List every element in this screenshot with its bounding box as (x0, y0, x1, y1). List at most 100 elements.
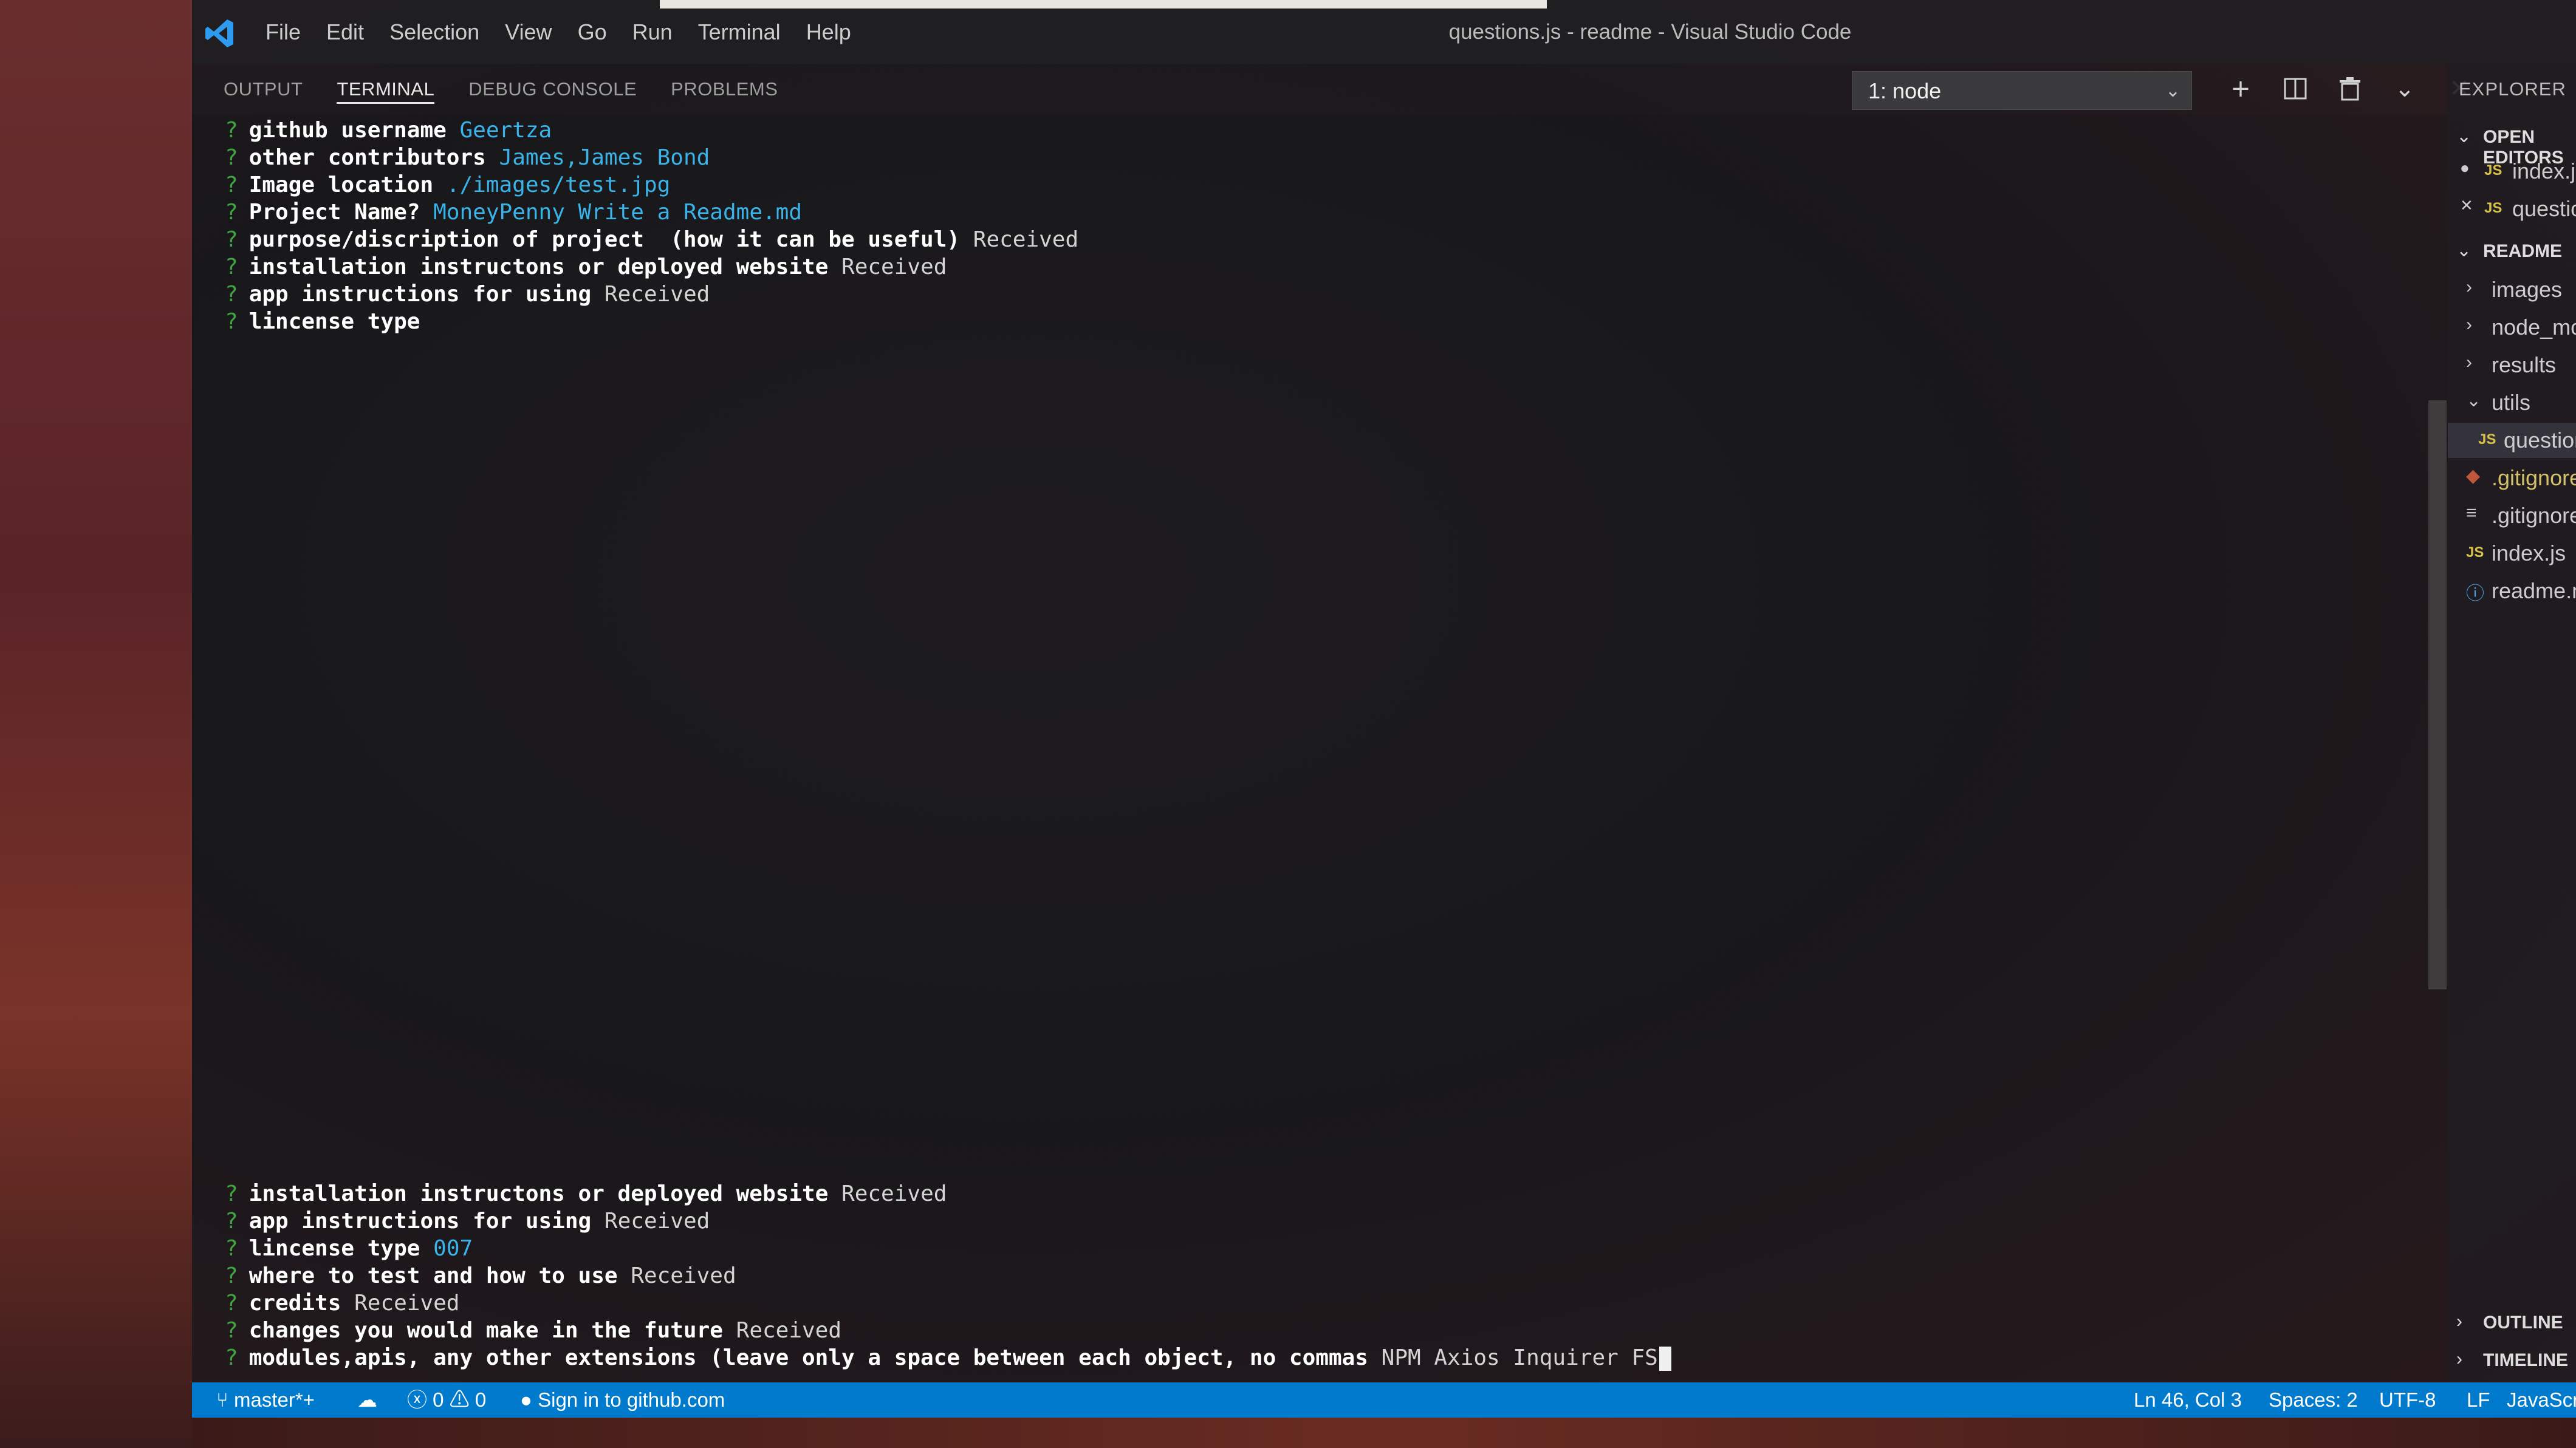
terminal[interactable]: ? github username Geertza? other contribut… (192, 115, 2448, 1382)
file-tree-item[interactable]: ≡ .gitignore (2448, 498, 2576, 533)
trash-icon[interactable] (2333, 72, 2367, 106)
git-branch-label: master*+ (233, 1388, 315, 1411)
terminal-line: ? other contributors James,James Bond (225, 144, 1078, 171)
file-tree-item[interactable]: ⌄ utils (2448, 385, 2576, 420)
text-file-icon: ≡ (2466, 503, 2477, 523)
prompt-answer: 007 (433, 1236, 473, 1261)
prompt-answer: ./images/test.jpg (446, 172, 671, 197)
terminal-output-bottom: ? installation instructons or deployed we… (225, 1180, 1671, 1371)
plus-icon[interactable]: + (2224, 72, 2258, 106)
menu-item-run[interactable]: Run (620, 19, 685, 45)
javascript-file-icon: JS (2466, 544, 2484, 561)
prompt-mark: ? (225, 282, 238, 307)
file-tree-item[interactable]: › node_modules (2448, 310, 2576, 345)
desktop-background-bottom (192, 1418, 2576, 1448)
timeline-section[interactable]: › TIMELINE (2448, 1345, 2576, 1376)
chevron-down-icon: ⌄ (2456, 126, 2472, 146)
end-of-line[interactable]: LF (2467, 1382, 2490, 1418)
title-bar: File Edit Selection View Go Run Terminal Help q… (192, 0, 2576, 64)
terminal-line: ? installation instructons or deployed we… (225, 1180, 1671, 1207)
chevron-right-icon: › (2456, 1311, 2462, 1331)
prompt-mark: ? (225, 254, 238, 279)
explorer-sidebar: EXPLORER ⌄ OPEN EDITORS ● JS index.js ✕ JS qu… (2448, 64, 2576, 1382)
file-tree-item[interactable]: › images (2448, 272, 2576, 307)
encoding[interactable]: UTF-8 (2379, 1382, 2436, 1418)
terminal-line: ? where to test and how to use Received (225, 1262, 1671, 1289)
menu-item-go[interactable]: Go (565, 19, 620, 45)
prompt-answer: Received (973, 227, 1079, 252)
split-icon[interactable] (2278, 72, 2312, 106)
cursor-position[interactable]: Ln 46, Col 3 (2134, 1382, 2242, 1418)
terminal-select[interactable]: 1: node ⌄ (1852, 71, 2192, 110)
git-branch[interactable]: ⑂ master*+ (216, 1382, 315, 1418)
file-tree-label: utils (2492, 390, 2531, 415)
menu-item-edit[interactable]: Edit (313, 19, 377, 45)
prompt-mark: ? (225, 172, 238, 197)
github-icon: ● (520, 1388, 532, 1411)
javascript-file-icon: JS (2484, 162, 2502, 179)
prompt-label: purpose/discription of project (how it c… (248, 227, 961, 252)
file-tree-item[interactable]: JS index.js (2448, 536, 2576, 571)
open-editor-item[interactable]: ✕ JS questions.js (2448, 191, 2576, 227)
terminal-line: ? credits Received (225, 1289, 1671, 1317)
github-sign-in[interactable]: ● Sign in to github.com (520, 1382, 725, 1418)
terminal-line: ? installation instructons or deployed we… (225, 253, 1078, 281)
prompt-answer: Received (736, 1318, 842, 1343)
sync-icon[interactable]: ☁ (357, 1382, 377, 1418)
prompt-label: lincense type (248, 309, 420, 334)
warning-icon: ⚠ (449, 1388, 470, 1411)
chevron-down-icon[interactable]: ⌄ (2388, 72, 2422, 106)
prompt-mark: ? (225, 1318, 238, 1343)
file-tree-item[interactable]: ◆ .gitignore (2448, 460, 2576, 496)
warning-count: 0 (474, 1388, 487, 1411)
menu-item-help[interactable]: Help (793, 19, 864, 45)
chevron-right-icon: › (2466, 352, 2472, 372)
file-tree-item[interactable]: ⓘ readme.md (2448, 573, 2576, 609)
terminal-scrollbar[interactable] (2428, 400, 2447, 989)
folder-label: README (2483, 241, 2563, 261)
file-tree-label: results (2492, 352, 2557, 377)
tab-problems[interactable]: PROBLEMS (671, 64, 778, 115)
close-icon[interactable]: ✕ (2460, 196, 2473, 215)
prompt-label: other contributors (248, 145, 486, 170)
terminal-line: ? Image location ./images/test.jpg (225, 171, 1078, 199)
problems-indicator[interactable]: ⓧ 0 ⚠ 0 (407, 1382, 486, 1418)
outline-section[interactable]: › OUTLINE (2448, 1308, 2576, 1338)
prompt-answer: Received (631, 1263, 736, 1288)
terminal-select-value: 1: node (1868, 78, 1942, 103)
file-tree-item[interactable]: JS questions.js (2448, 423, 2576, 458)
open-editor-name: questions.js (2512, 196, 2576, 221)
terminal-line: ? app instructions for using Received (225, 1207, 1671, 1235)
file-tree-item[interactable]: › results (2448, 347, 2576, 383)
desktop-background (0, 0, 192, 1448)
timeline-label: TIMELINE (2483, 1350, 2568, 1370)
menu-item-file[interactable]: File (253, 19, 313, 45)
menu-item-terminal[interactable]: Terminal (685, 19, 793, 45)
tab-debug-console[interactable]: DEBUG CONSOLE (468, 64, 637, 115)
tab-terminal[interactable]: TERMINAL (337, 64, 434, 115)
prompt-mark: ? (225, 1236, 238, 1261)
terminal-line: ? app instructions for using Received (225, 281, 1078, 308)
indentation[interactable]: Spaces: 2 (2269, 1382, 2358, 1418)
chevron-down-icon: ⌄ (2466, 391, 2482, 411)
language-mode[interactable]: JavaScript (2507, 1382, 2576, 1418)
open-editor-item[interactable]: ● JS index.js (2448, 154, 2576, 189)
menu-item-selection[interactable]: Selection (377, 19, 492, 45)
prompt-label: app instructions for using (248, 282, 592, 307)
tab-output[interactable]: OUTPUT (224, 64, 303, 115)
git-file-icon: ◆ (2466, 466, 2481, 486)
menu-item-view[interactable]: View (492, 19, 564, 45)
open-editor-name: index.js (2512, 159, 2576, 183)
file-tree-label: index.js (2492, 541, 2566, 565)
vscode-window: File Edit Selection View Go Run Terminal Help q… (192, 0, 2576, 1418)
prompt-answer: Received (841, 254, 947, 279)
chevron-down-icon: ⌄ (2456, 241, 2472, 261)
prompt-label: github username (248, 118, 447, 143)
readme-folder-section[interactable]: ⌄ README (2448, 236, 2576, 267)
prompt-label: Image location (248, 172, 434, 197)
open-editors-section[interactable]: ⌄ OPEN EDITORS (2448, 122, 2576, 168)
chevron-down-icon: ⌄ (2165, 81, 2180, 101)
terminal-cursor (1659, 1347, 1671, 1371)
unsaved-dot-icon[interactable]: ● (2460, 159, 2470, 177)
outline-label: OUTLINE (2483, 1313, 2563, 1333)
